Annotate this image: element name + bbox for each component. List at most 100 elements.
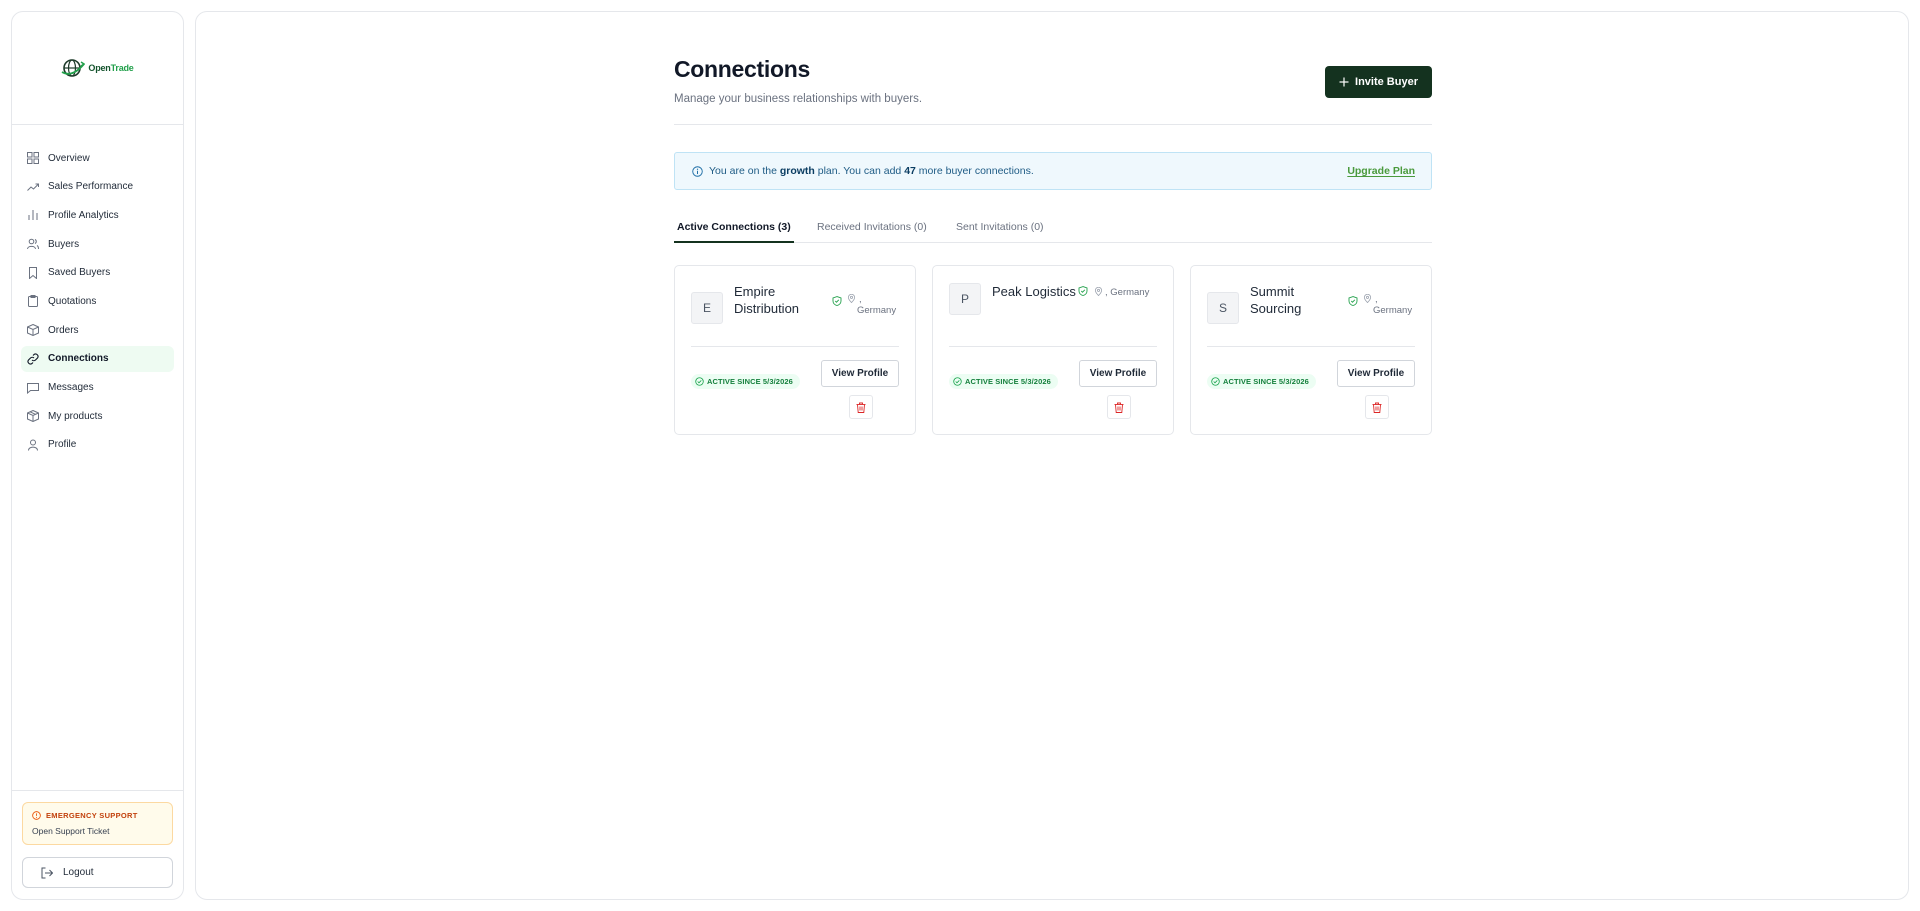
status-badge: ACTIVE SINCE 5/3/2026 bbox=[691, 374, 800, 389]
tab-active-connections[interactable]: Active Connections (3) bbox=[674, 217, 794, 243]
location-line: , Germany bbox=[1105, 287, 1150, 298]
verified-shield-icon bbox=[1078, 286, 1088, 296]
emergency-support-card[interactable]: EMERGENCY SUPPORT Open Support Ticket bbox=[22, 802, 173, 845]
page-subtitle: Manage your business relationships with … bbox=[674, 93, 923, 105]
map-pin-icon bbox=[1094, 287, 1103, 296]
sidebar-item-connections[interactable]: Connections bbox=[21, 345, 174, 372]
status-badge-text: ACTIVE SINCE 5/3/2026 bbox=[707, 377, 793, 386]
user-icon bbox=[28, 439, 38, 451]
sidebar-item-label: Messages bbox=[48, 382, 94, 393]
banner-middle: plan. You can add bbox=[814, 165, 905, 177]
open-support-ticket-link[interactable]: Open Support Ticket bbox=[32, 826, 163, 836]
connection-name[interactable]: Empire Distribution bbox=[734, 283, 799, 317]
clipboard-icon bbox=[28, 295, 38, 308]
view-profile-button[interactable]: View Profile bbox=[1337, 360, 1415, 387]
link-icon bbox=[27, 353, 39, 365]
sidebar-item-label: Overview bbox=[48, 152, 90, 164]
sidebar-item-label: My products bbox=[48, 410, 103, 422]
logout-label: Logout bbox=[63, 867, 94, 878]
sidebar-item-label: Orders bbox=[48, 324, 79, 336]
connection-name-line: Sourcing bbox=[1250, 301, 1302, 316]
sidebar-item-my-products[interactable]: My products bbox=[21, 403, 174, 429]
app-logo[interactable]: OpenTrade bbox=[61, 57, 134, 79]
sidebar-item-buyers[interactable]: Buyers bbox=[21, 231, 174, 257]
sidebar-item-profile-analytics[interactable]: Profile Analytics bbox=[21, 202, 174, 228]
sidebar-footer: EMERGENCY SUPPORT Open Support Ticket Lo… bbox=[12, 790, 183, 899]
sidebar-item-label: Quotations bbox=[48, 295, 97, 307]
connection-name-line: Empire bbox=[734, 284, 776, 299]
connection-name-line: Distribution bbox=[734, 301, 800, 316]
upgrade-plan-link[interactable]: Upgrade Plan bbox=[1347, 165, 1415, 177]
sidebar-item-label: Saved Buyers bbox=[48, 267, 111, 279]
location-line: , bbox=[1375, 294, 1378, 305]
check-circle-icon bbox=[953, 377, 962, 386]
status-badge-text: ACTIVE SINCE 5/3/2026 bbox=[965, 377, 1051, 386]
grid-icon bbox=[27, 152, 39, 164]
sidebar-item-label: Sales Performance bbox=[48, 181, 134, 193]
remaining-connections-count: 47 bbox=[904, 165, 916, 177]
sidebar-item-quotations[interactable]: Quotations bbox=[21, 288, 174, 314]
avatar: E bbox=[691, 292, 723, 324]
package-icon bbox=[27, 324, 39, 337]
tab-sent-invitations[interactable]: Sent Invitations (0) bbox=[953, 217, 1047, 243]
box-icon bbox=[27, 410, 39, 423]
tab-received-invitations[interactable]: Received Invitations (0) bbox=[814, 217, 930, 243]
location-line: Germany bbox=[1373, 305, 1413, 316]
sidebar-item-overview[interactable]: Overview bbox=[21, 145, 174, 171]
sidebar-item-label: Profile bbox=[48, 439, 77, 451]
location-line: Germany bbox=[857, 305, 897, 316]
logout-button[interactable]: Logout bbox=[22, 857, 173, 888]
sidebar-item-label: Profile Analytics bbox=[48, 209, 119, 221]
plan-info-banner: You are on the growth plan. You can add … bbox=[674, 152, 1432, 190]
card-divider bbox=[949, 346, 1157, 347]
delete-connection-button[interactable] bbox=[849, 395, 873, 419]
connection-name[interactable]: Summit Sourcing bbox=[1250, 283, 1301, 317]
globe-logo-icon bbox=[61, 59, 86, 77]
users-icon bbox=[27, 238, 39, 250]
bookmark-icon bbox=[29, 266, 37, 279]
invite-buyer-button[interactable]: Invite Buyer bbox=[1325, 66, 1432, 98]
main-panel: Connections Manage your business relatio… bbox=[195, 11, 1909, 900]
sidebar-item-label: Buyers bbox=[48, 238, 80, 250]
connection-card: S Summit Sourcing , Germany ACTIVE SINCE… bbox=[1190, 265, 1432, 435]
connection-location: , Germany bbox=[1363, 294, 1423, 316]
sidebar: OpenTrade Overview Sales Performance Pro… bbox=[11, 11, 184, 900]
connection-name-line: Peak Logistics bbox=[992, 284, 1076, 299]
delete-connection-button[interactable] bbox=[1365, 395, 1389, 419]
sidebar-item-messages[interactable]: Messages bbox=[21, 375, 174, 401]
sidebar-item-orders[interactable]: Orders bbox=[21, 317, 174, 343]
sidebar-item-profile[interactable]: Profile bbox=[21, 432, 174, 458]
card-divider bbox=[691, 346, 899, 347]
logo-text: OpenTrade bbox=[88, 63, 133, 73]
map-pin-icon bbox=[1363, 294, 1372, 303]
connection-name[interactable]: Peak Logistics bbox=[992, 283, 1076, 300]
card-divider bbox=[1207, 346, 1415, 347]
emergency-support-title: EMERGENCY SUPPORT bbox=[32, 811, 163, 820]
verified-shield-icon bbox=[832, 296, 842, 306]
bar-chart-icon bbox=[28, 210, 38, 221]
avatar: P bbox=[949, 283, 981, 315]
sidebar-item-sales-performance[interactable]: Sales Performance bbox=[21, 174, 174, 200]
banner-suffix: more buyer connections. bbox=[915, 165, 1034, 177]
status-badge-text: ACTIVE SINCE 5/3/2026 bbox=[1223, 377, 1309, 386]
connection-name-line: Summit bbox=[1250, 284, 1295, 299]
map-pin-icon bbox=[847, 294, 856, 303]
check-circle-icon bbox=[1211, 377, 1220, 386]
message-icon bbox=[27, 382, 39, 394]
view-profile-button[interactable]: View Profile bbox=[821, 360, 899, 387]
logo-text-primary: Open bbox=[88, 63, 111, 73]
status-badge: ACTIVE SINCE 5/3/2026 bbox=[1207, 374, 1316, 389]
connection-location: , Germany bbox=[847, 294, 907, 316]
page-title: Connections bbox=[674, 56, 810, 82]
view-profile-button[interactable]: View Profile bbox=[1079, 360, 1157, 387]
banner-text: You are on the growth plan. You can add … bbox=[709, 165, 1034, 177]
status-badge: ACTIVE SINCE 5/3/2026 bbox=[949, 374, 1058, 389]
location-line: , bbox=[859, 294, 862, 305]
invite-buyer-label: Invite Buyer bbox=[1355, 76, 1418, 88]
sidebar-item-saved-buyers[interactable]: Saved Buyers bbox=[21, 260, 174, 286]
connection-location: , Germany bbox=[1094, 287, 1166, 298]
trash-icon bbox=[1114, 402, 1124, 413]
connections-tabs: Active Connections (3) Received Invitati… bbox=[674, 217, 1432, 243]
connection-card: P Peak Logistics , Germany ACTIVE SINCE … bbox=[932, 265, 1174, 435]
delete-connection-button[interactable] bbox=[1107, 395, 1131, 419]
